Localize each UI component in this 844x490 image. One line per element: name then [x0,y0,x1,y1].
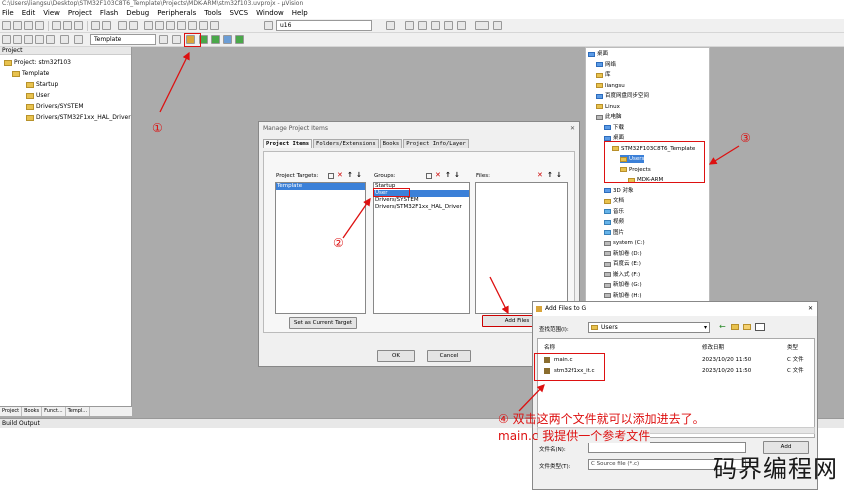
annotation-1: ① [152,121,163,135]
arrow-4 [518,384,545,412]
annotation-arrows [159,51,740,412]
annotation-4-line1: ④ 双击这两个文件就可以添加进去了。 [498,412,705,426]
annotation-3: ③ [740,131,751,145]
arrow-2 [342,197,371,239]
watermark: 码界编程网 [713,455,838,483]
annotation-2: ② [333,236,344,250]
annotation-4-line2: main.c 我提供一个参考文件 [498,429,651,443]
arrow-add [489,276,509,315]
arrow-3 [708,145,740,165]
arrow-1 [159,51,190,113]
